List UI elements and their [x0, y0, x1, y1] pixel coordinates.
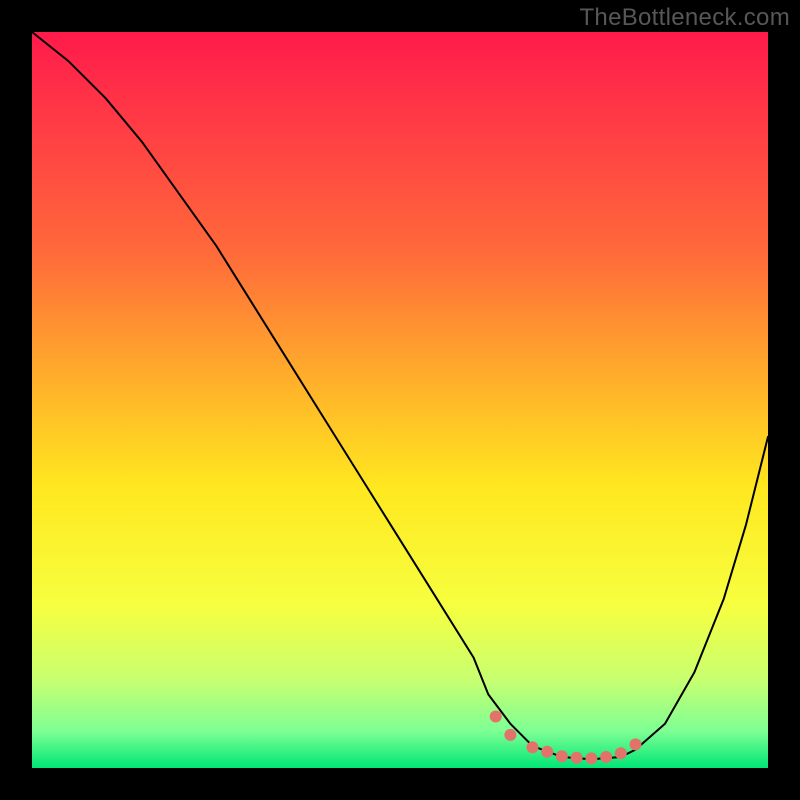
marker-dot	[600, 751, 612, 763]
marker-dot	[541, 746, 553, 758]
marker-dot	[556, 750, 568, 762]
marker-dot	[615, 747, 627, 759]
marker-dot	[585, 752, 597, 764]
marker-dot	[490, 711, 502, 723]
chart-svg	[32, 32, 768, 768]
chart-frame: TheBottleneck.com	[0, 0, 800, 800]
marker-dot	[630, 738, 642, 750]
marker-dot	[504, 729, 516, 741]
watermark-text: TheBottleneck.com	[579, 4, 790, 32]
marker-dot	[571, 752, 583, 764]
plot-area	[32, 32, 768, 768]
marker-dot	[527, 741, 539, 753]
